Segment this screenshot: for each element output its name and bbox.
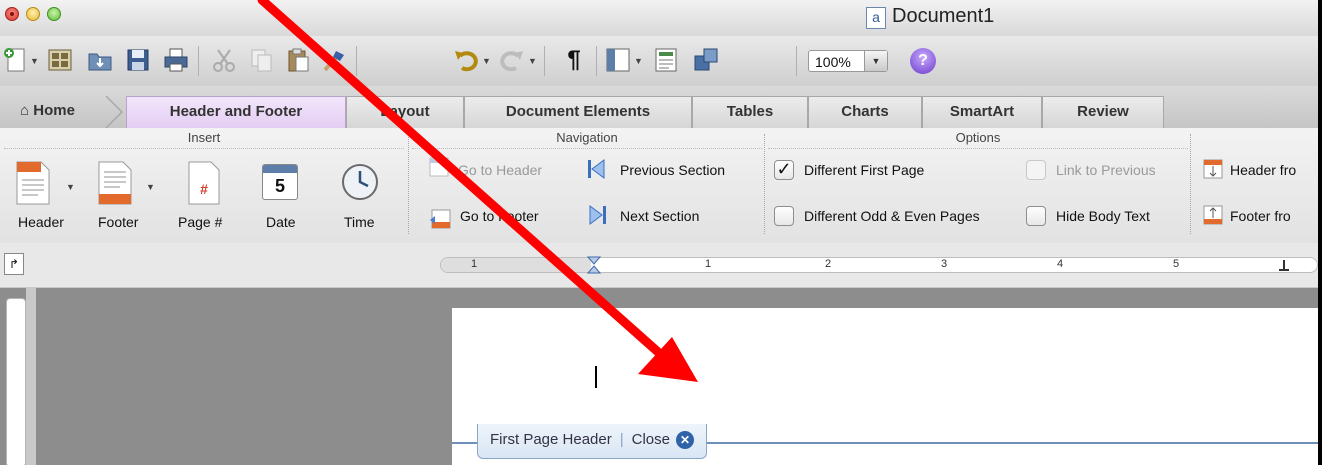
horizontal-ruler[interactable]: 1 1 2 3 4 5 <box>440 256 1318 274</box>
page-number-button-label[interactable]: Page # <box>178 214 222 230</box>
link-to-previous-checkbox[interactable] <box>1026 160 1046 180</box>
open-folder-icon[interactable] <box>86 46 114 74</box>
go-to-header-button[interactable]: Go to Header <box>458 162 542 178</box>
document-page[interactable]: First Page Header | Close ✕ <box>452 308 1318 465</box>
toolbox-icon[interactable] <box>652 46 680 74</box>
page-number-icon[interactable]: # <box>186 160 222 206</box>
date-button-label[interactable]: Date <box>266 214 296 230</box>
footer-from-bottom-label[interactable]: Footer fro <box>1230 208 1291 224</box>
document-icon: a <box>866 7 886 29</box>
undo-icon[interactable] <box>452 46 480 74</box>
time-button-label[interactable]: Time <box>344 214 375 230</box>
header-from-top-icon[interactable] <box>1202 158 1224 180</box>
next-section-icon[interactable] <box>586 204 608 226</box>
different-first-page-label: Different First Page <box>804 162 925 178</box>
header-from-top-label[interactable]: Header fro <box>1230 162 1296 178</box>
zoom-dropdown-arrow[interactable]: ▼ <box>864 51 887 71</box>
zoom-window-button[interactable] <box>47 7 61 21</box>
redo-icon[interactable] <box>498 46 526 74</box>
templates-gallery-icon[interactable] <box>46 46 74 74</box>
different-odd-even-checkbox[interactable] <box>774 206 794 226</box>
format-painter-icon[interactable] <box>320 46 348 74</box>
tab-document-elements[interactable]: Document Elements <box>464 96 692 128</box>
close-window-button[interactable] <box>5 7 19 21</box>
help-icon[interactable]: ? <box>910 48 936 74</box>
tab-stop-selector[interactable]: ↱ <box>4 253 24 275</box>
right-tab-marker[interactable] <box>1277 258 1291 272</box>
tab-layout[interactable]: Layout <box>346 96 464 128</box>
first-page-header-label: First Page Header <box>490 431 612 448</box>
header-button-label[interactable]: Header <box>18 214 64 230</box>
word-window: a Document1 ▼ ▼ ▼ ¶ ▼ 100% ▼ ? ⌂ Home He… <box>0 0 1322 465</box>
date-icon[interactable]: 5 <box>262 164 298 200</box>
zoom-value: 100% <box>815 54 851 70</box>
previous-section-icon[interactable] <box>586 158 608 180</box>
options-group-title: Options <box>955 130 1001 145</box>
ruler-row: ↱ 1 1 2 3 4 5 <box>0 243 1318 288</box>
close-icon[interactable]: ✕ <box>676 431 694 450</box>
different-first-page-checkbox[interactable]: ✓ <box>774 160 794 180</box>
clock-icon[interactable] <box>340 162 380 202</box>
print-icon[interactable] <box>162 46 190 74</box>
close-header-button[interactable]: Close <box>632 431 670 448</box>
tab-header-and-footer[interactable]: Header and Footer <box>126 96 346 128</box>
save-icon[interactable] <box>124 46 152 74</box>
header-dropdown-arrow[interactable]: ▼ <box>66 182 75 192</box>
new-dropdown-arrow[interactable]: ▼ <box>30 56 39 66</box>
vertical-ruler[interactable] <box>6 298 26 465</box>
insert-group-title: Insert <box>187 130 221 145</box>
document-area: First Page Header | Close ✕ <box>0 288 1318 465</box>
paste-icon[interactable] <box>284 46 312 74</box>
tab-smartart[interactable]: SmartArt <box>922 96 1042 128</box>
footer-from-bottom-icon[interactable] <box>1202 204 1224 226</box>
tab-charts[interactable]: Charts <box>808 96 922 128</box>
media-browser-icon[interactable] <box>692 46 720 74</box>
tab-tables[interactable]: Tables <box>692 96 808 128</box>
next-section-button[interactable]: Next Section <box>620 208 699 224</box>
footer-dropdown-arrow[interactable]: ▼ <box>146 182 155 192</box>
navigation-group-title: Navigation <box>556 130 618 145</box>
show-formatting-icon[interactable]: ¶ <box>560 46 588 74</box>
ribbon-tabs: ⌂ Home Header and Footer Layout Document… <box>0 86 1318 129</box>
new-document-icon[interactable] <box>2 46 30 74</box>
ribbon-header-footer: Insert ▼ Header ▼ Footer # Page # 5 Date… <box>0 128 1318 246</box>
cut-icon[interactable] <box>210 46 238 74</box>
footer-button-label[interactable]: Footer <box>98 214 138 230</box>
text-cursor <box>595 366 597 388</box>
redo-dropdown-arrow[interactable]: ▼ <box>528 56 537 66</box>
copy-icon[interactable] <box>248 46 276 74</box>
undo-dropdown-arrow[interactable]: ▼ <box>482 56 491 66</box>
standard-toolbar: ▼ ▼ ▼ ¶ ▼ 100% ▼ ? <box>0 36 1318 86</box>
header-icon[interactable] <box>14 160 54 206</box>
home-icon: ⌂ <box>20 102 30 119</box>
hide-body-text-label: Hide Body Text <box>1056 208 1150 224</box>
svg-text:#: # <box>200 181 208 197</box>
tab-review[interactable]: Review <box>1042 96 1164 128</box>
footer-icon[interactable] <box>96 160 136 206</box>
title-bar: a Document1 <box>0 0 1318 37</box>
link-to-previous-label: Link to Previous <box>1056 162 1156 178</box>
date-icon-number: 5 <box>274 176 285 196</box>
indent-marker[interactable] <box>587 256 601 274</box>
home-tab-chevron <box>105 96 124 128</box>
first-page-header-tag: First Page Header | Close ✕ <box>477 424 707 459</box>
sidebar-dropdown-arrow[interactable]: ▼ <box>634 56 643 66</box>
go-to-footer-icon[interactable] <box>430 208 452 230</box>
sidebar-icon[interactable] <box>604 46 632 74</box>
different-odd-even-label: Different Odd & Even Pages <box>804 208 980 224</box>
hide-body-text-checkbox[interactable] <box>1026 206 1046 226</box>
minimize-window-button[interactable] <box>26 7 40 21</box>
go-to-header-icon[interactable] <box>428 156 450 178</box>
previous-section-button[interactable]: Previous Section <box>620 162 725 178</box>
go-to-footer-button[interactable]: Go to Footer <box>460 208 539 224</box>
zoom-select[interactable]: 100% ▼ <box>808 50 888 72</box>
window-title: Document1 <box>892 5 995 27</box>
